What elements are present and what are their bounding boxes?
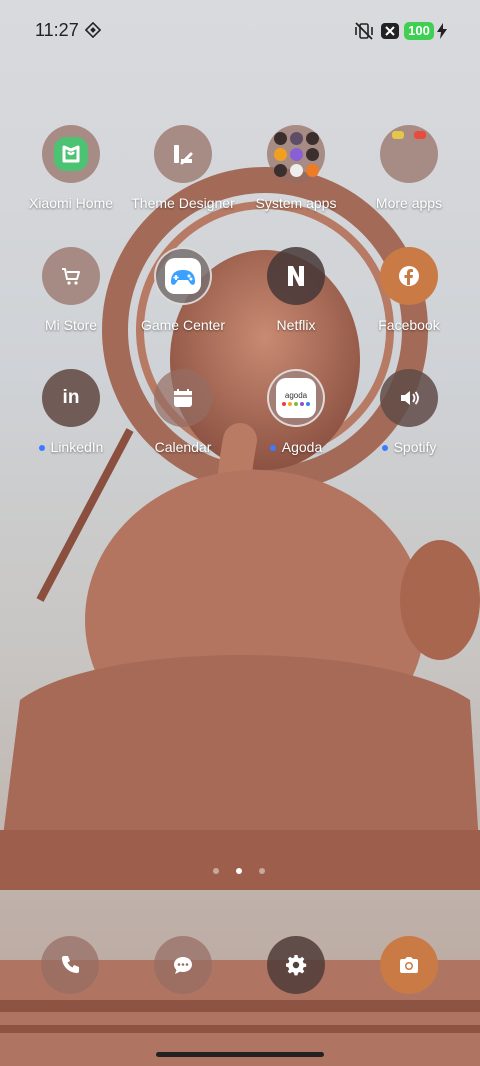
camera-icon	[400, 957, 418, 973]
app-facebook[interactable]: Facebook	[349, 247, 469, 333]
calendar-icon	[154, 369, 212, 427]
dock	[0, 936, 480, 996]
gamepad-icon	[154, 247, 212, 305]
folder-icon	[380, 125, 438, 183]
speaker-icon	[380, 369, 438, 427]
phone-icon	[62, 956, 79, 973]
dock-settings-button[interactable]	[267, 936, 325, 994]
theme-designer-icon	[154, 125, 212, 183]
folder-system-apps[interactable]: System apps	[236, 125, 356, 211]
dock-messages-button[interactable]	[154, 936, 212, 994]
message-icon	[174, 957, 192, 974]
app-label: Game Center	[140, 317, 226, 333]
dock-phone-button[interactable]	[41, 936, 99, 994]
app-label: Mi Store	[44, 317, 98, 333]
app-game-center[interactable]: Game Center	[123, 247, 243, 333]
linkedin-icon: in	[42, 369, 100, 427]
notification-dot	[381, 445, 388, 452]
app-theme-designer[interactable]: Theme Designer	[123, 125, 243, 211]
clock: 11:27	[35, 20, 79, 40]
x-close-badge-icon	[381, 22, 399, 45]
folder-icon	[267, 125, 325, 183]
notification-dot	[38, 445, 45, 452]
dock-camera-button[interactable]	[380, 936, 438, 994]
nfc-diamond-icon	[84, 21, 102, 43]
app-label-wrap: LinkedIn	[11, 439, 131, 455]
app-label: More apps	[375, 195, 443, 211]
app-label: Facebook	[378, 317, 440, 333]
app-label: Xiaomi Home	[28, 195, 114, 211]
gear-icon	[286, 955, 307, 976]
app-spotify[interactable]: Spotify	[349, 369, 469, 455]
app-netflix[interactable]: Netflix	[236, 247, 356, 333]
app-label: Calendar	[154, 439, 212, 455]
vibrate-off-icon	[354, 21, 374, 46]
charging-bolt-icon	[437, 23, 447, 44]
netflix-icon	[267, 247, 325, 305]
facebook-icon	[380, 247, 438, 305]
app-label-wrap: Spotify	[349, 439, 469, 455]
xiaomi-home-icon	[42, 125, 100, 183]
app-label: LinkedIn	[50, 439, 104, 455]
notification-dot	[269, 445, 276, 452]
status-bar: 11:27 100	[0, 0, 480, 62]
folder-more-apps[interactable]: More apps	[349, 125, 469, 211]
home-gesture-bar[interactable]	[156, 1052, 324, 1057]
battery-indicator: 100	[404, 22, 434, 40]
page-dot-active	[236, 868, 242, 874]
cart-icon	[42, 247, 100, 305]
app-label: System apps	[255, 195, 337, 211]
page-indicator[interactable]	[213, 866, 269, 876]
app-label: Agoda	[281, 439, 323, 455]
agoda-icon: agoda	[267, 369, 325, 427]
app-linkedin[interactable]: in LinkedIn	[11, 369, 131, 455]
app-label: Netflix	[276, 317, 316, 333]
app-calendar[interactable]: Calendar	[123, 369, 243, 455]
app-label: Spotify	[393, 439, 437, 455]
agoda-wordmark: agoda	[284, 390, 308, 400]
page-dot	[213, 868, 219, 874]
app-mi-store[interactable]: Mi Store	[11, 247, 131, 333]
app-label: Theme Designer	[131, 195, 235, 211]
page-dot	[259, 868, 265, 874]
app-xiaomi-home[interactable]: Xiaomi Home	[11, 125, 131, 211]
app-label-wrap: Agoda	[236, 439, 356, 455]
app-agoda[interactable]: agoda Agoda	[236, 369, 356, 455]
